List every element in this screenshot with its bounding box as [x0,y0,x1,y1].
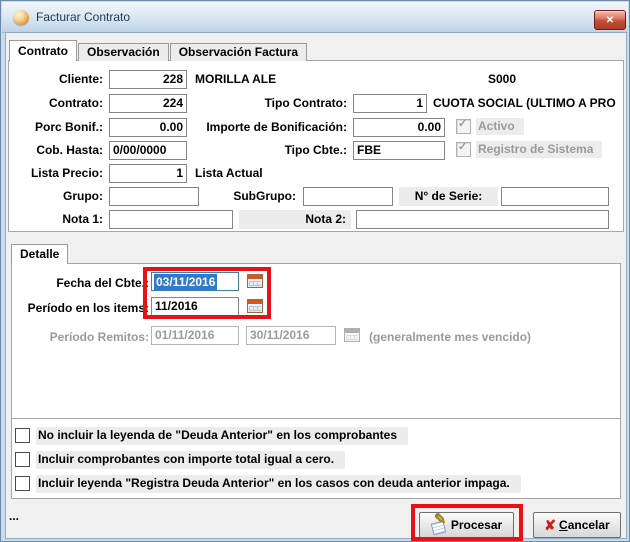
remitos-hasta-input: 30/11/2016 [246,326,336,345]
close-icon: ✕ [606,15,614,26]
incluir-importe-cero-checkbox[interactable]: Incluir comprobantes con importe total i… [15,451,345,469]
detalle-divider [12,418,620,419]
importe-bonif-input[interactable]: 0.00 [353,118,445,137]
serie-input[interactable] [501,187,609,206]
cancelar-button[interactable]: ✘ Cancelar [533,512,621,538]
periodo-items-label: Período en los items: [19,301,149,316]
tipo-contrato-label: Tipo Contrato: [181,96,347,111]
tipo-cbte-input[interactable]: FBE [353,141,445,160]
cliente-label: Cliente: [9,72,103,87]
fecha-cbte-label: Fecha del Cbte.: [19,276,149,291]
checkbox-box[interactable] [15,476,30,491]
periodo-remitos-label: Período Remitos: [19,330,149,345]
cliente-nombre-text: MORILLA ALE [195,72,276,87]
tab-detalle[interactable]: Detalle [11,244,68,264]
nota2-input[interactable] [356,210,609,229]
window-title: Facturar Contrato [36,10,130,24]
incluir-leyenda-registra-checkbox[interactable]: Incluir leyenda "Registra Deuda Anterior… [15,475,521,493]
cliente-input[interactable]: 228 [109,70,187,89]
procesar-label: Procesar [451,518,502,532]
tipo-contrato-desc-text: CUOTA SOCIAL (ULTIMO A PRO [433,96,616,111]
checkbox-label[interactable]: Incluir leyenda "Registra Deuda Anterior… [36,475,521,493]
tab-observacion-factura[interactable]: Observación Factura [170,43,307,61]
cancel-x-icon: ✘ [544,518,556,532]
activo-label: Activo [476,118,524,135]
serie-label: N° de Serie: [399,187,498,206]
nota1-label: Nota 1: [9,212,103,227]
remitos-desde-input: 01/11/2016 [151,326,239,345]
cob-hasta-input[interactable]: 0/00/0000 [109,141,187,160]
registro-sistema-label: Registro de Sistema [476,141,602,158]
write-icon: ✎ [431,517,448,534]
registro-sistema-checkbox: ✓ Registro de Sistema [456,141,602,158]
facturar-contrato-window: Facturar Contrato ✕ Contrato Observación… [0,0,630,542]
status-dots: ... [9,509,19,523]
tab-observacion[interactable]: Observación [78,43,169,61]
importe-bonif-label: Importe de Bonificación: [181,120,347,135]
app-icon [13,10,29,25]
registro-checkbox-box: ✓ [456,142,471,157]
check-icon: ✓ [458,118,467,131]
detalle-tabstrip: Detalle [11,245,69,264]
remitos-calendar-icon [344,328,360,342]
tipo-contrato-input[interactable]: 1 [353,94,427,113]
checkbox-label[interactable]: Incluir comprobantes con importe total i… [36,451,345,469]
checkbox-label[interactable]: No incluir la leyenda de "Deuda Anterior… [36,427,408,445]
main-tabstrip: Contrato Observación Observación Factura [9,41,308,61]
fecha-cbte-input[interactable]: 03/11/2016 [151,272,239,291]
contrato-input[interactable]: 224 [109,94,187,113]
checkbox-box[interactable] [15,428,30,443]
nota2-label: Nota 2: [239,210,351,229]
grupo-input[interactable] [109,187,199,206]
close-button[interactable]: ✕ [594,10,626,30]
check-icon: ✓ [458,141,467,154]
periodo-items-input[interactable]: 11/2016 [151,297,239,316]
periodo-calendar-icon[interactable] [247,299,263,313]
cancelar-label: Cancelar [559,518,610,532]
subgrupo-input[interactable] [303,187,393,206]
subgrupo-label: SubGrupo: [201,189,296,204]
titlebar: Facturar Contrato ✕ [2,2,628,33]
lista-precio-label: Lista Precio: [9,166,103,181]
porc-bonif-label: Porc Bonif.: [9,120,103,135]
checkbox-box[interactable] [15,452,30,467]
tab-contrato[interactable]: Contrato [9,40,77,61]
activo-checkbox: ✓ Activo [456,118,524,135]
grupo-label: Grupo: [9,189,103,204]
porc-bonif-input[interactable]: 0.00 [109,118,187,137]
fecha-cbte-selected-text: 03/11/2016 [154,274,217,290]
no-incluir-deuda-checkbox[interactable]: No incluir la leyenda de "Deuda Anterior… [15,427,408,445]
cliente-codigo-text: S000 [488,72,516,87]
nota1-input[interactable] [109,210,233,229]
lista-actual-text: Lista Actual [195,166,263,181]
remitos-hint-text: (generalmente mes vencido) [369,330,531,344]
fecha-calendar-icon[interactable] [247,274,263,288]
lista-precio-input[interactable]: 1 [109,164,187,183]
activo-checkbox-box: ✓ [456,119,471,134]
cob-hasta-label: Cob. Hasta: [9,143,103,158]
procesar-button[interactable]: ✎ Procesar [419,512,514,538]
contrato-label: Contrato: [9,96,103,111]
tipo-cbte-label: Tipo Cbte.: [181,143,347,158]
